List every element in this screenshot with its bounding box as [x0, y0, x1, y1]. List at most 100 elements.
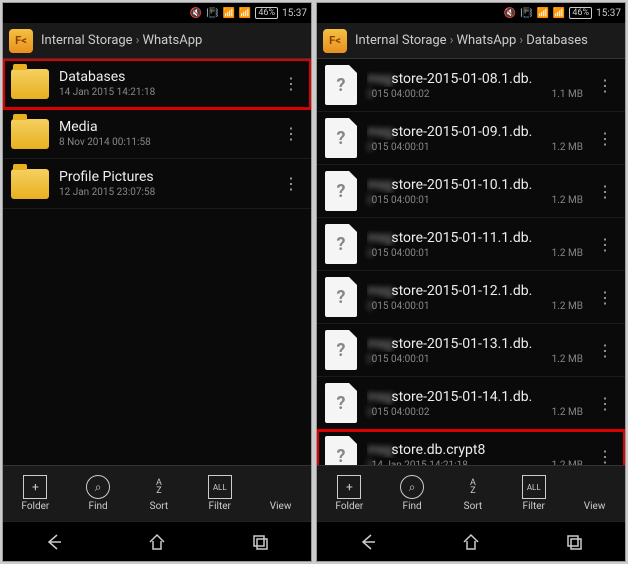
- toolbar-sort-button[interactable]: AZSort: [461, 475, 485, 512]
- file-list[interactable]: Databases 14 Jan 2015 14:21:18 ⋮ Media 8…: [3, 59, 311, 465]
- toolbar-label: Folder: [21, 501, 49, 512]
- toolbar-label: View: [584, 501, 606, 512]
- list-item[interactable]: Databases 14 Jan 2015 14:21:18 ⋮: [3, 59, 311, 109]
- folder-icon: [11, 119, 49, 149]
- wifi-icon: 📶: [222, 8, 234, 19]
- item-name: msgstore-2015-01-08.1.db.: [367, 71, 583, 87]
- file-size: 1.2 MB: [552, 248, 583, 259]
- toolbar-folder-button[interactable]: + Folder: [335, 475, 363, 512]
- item-date: 14 Jan 2015 14:21:18: [59, 87, 155, 98]
- wifi-icon: 📶: [536, 8, 548, 19]
- more-icon[interactable]: ⋮: [279, 174, 303, 193]
- item-name: Profile Pictures: [59, 169, 269, 185]
- item-date: 2015 04:00:02: [367, 89, 430, 100]
- search-icon: ⌕: [400, 475, 424, 499]
- item-name: msgstore-2015-01-09.1.db.: [367, 124, 583, 140]
- grid-view-icon: [583, 475, 607, 499]
- folder-icon: [11, 169, 49, 199]
- list-item[interactable]: Profile Pictures 12 Jan 2015 23:07:58 ⋮: [3, 159, 311, 209]
- more-icon[interactable]: ⋮: [593, 341, 617, 360]
- phone-left: 🔇 📳 📶 📶 46% 15:37 F< Internal Storage›Wh…: [2, 2, 312, 562]
- recent-icon[interactable]: [563, 531, 585, 553]
- new-folder-icon: +: [337, 475, 361, 499]
- row-text: msgstore-2015-01-08.1.db. 2015 04:00:021…: [367, 71, 583, 100]
- more-icon[interactable]: ⋮: [593, 76, 617, 95]
- breadcrumb-segment[interactable]: WhatsApp: [142, 33, 202, 48]
- row-text: msgstore-2015-01-10.1.db. 2015 04:00:011…: [367, 177, 583, 206]
- vibrate-icon: 📳: [520, 8, 532, 19]
- folder-icon: [11, 69, 49, 99]
- list-item[interactable]: ? msgstore-2015-01-08.1.db. 2015 04:00:0…: [317, 59, 625, 112]
- toolbar-folder-button[interactable]: +Folder: [21, 475, 49, 512]
- row-text: Databases 14 Jan 2015 14:21:18: [59, 69, 269, 98]
- item-name: Media: [59, 119, 269, 135]
- row-text: msgstore-2015-01-13.1.db. 2015 04:00:011…: [367, 336, 583, 365]
- toolbar-filter-button[interactable]: ALLFilter: [208, 475, 232, 512]
- file-unknown-icon: ?: [325, 330, 357, 370]
- breadcrumb[interactable]: Internal Storage›WhatsApp: [41, 33, 202, 48]
- list-item[interactable]: ? msgstore-2015-01-11.1.db. 2015 04:00:0…: [317, 218, 625, 271]
- volume-mute-icon: 🔇: [190, 8, 202, 19]
- breadcrumb-segment[interactable]: WhatsApp: [456, 33, 516, 48]
- breadcrumb-segment[interactable]: Internal Storage: [41, 33, 133, 48]
- more-icon[interactable]: ⋮: [279, 74, 303, 93]
- more-icon[interactable]: ⋮: [279, 124, 303, 143]
- row-text: msgstore.db.crypt8 214 Jan 2015 14:21:18…: [367, 442, 583, 466]
- list-item[interactable]: ? msgstore-2015-01-12.1.db. 2015 04:00:0…: [317, 271, 625, 324]
- toolbar-filter-button[interactable]: ALLFilter: [522, 475, 546, 512]
- toolbar-label: Find: [403, 501, 422, 512]
- more-icon[interactable]: ⋮: [593, 235, 617, 254]
- volume-mute-icon: 🔇: [504, 8, 516, 19]
- item-date: 214 Jan 2015 14:21:18: [367, 460, 468, 466]
- more-icon[interactable]: ⋮: [593, 182, 617, 201]
- breadcrumb-separator: ›: [519, 33, 523, 48]
- app-logo-icon[interactable]: F<: [323, 29, 347, 53]
- list-item[interactable]: Media 8 Nov 2014 00:11:58 ⋮: [3, 109, 311, 159]
- recent-icon[interactable]: [249, 531, 271, 553]
- status-bar: 🔇 📳 📶 📶 46% 15:37: [3, 3, 311, 23]
- list-item[interactable]: ? msgstore-2015-01-09.1.db. 2015 04:00:0…: [317, 112, 625, 165]
- toolbar-label: Sort: [150, 501, 169, 512]
- sort-icon: AZ: [147, 475, 171, 499]
- list-item[interactable]: ? msgstore-2015-01-10.1.db. 2015 04:00:0…: [317, 165, 625, 218]
- home-icon[interactable]: [146, 531, 168, 553]
- filter-icon: ALL: [522, 475, 546, 499]
- home-icon[interactable]: [460, 531, 482, 553]
- more-icon[interactable]: ⋮: [593, 447, 617, 466]
- more-icon[interactable]: ⋮: [593, 288, 617, 307]
- list-item[interactable]: ? msgstore-2015-01-14.1.db. 2015 04:00:0…: [317, 377, 625, 430]
- item-name: msgstore-2015-01-13.1.db.: [367, 336, 583, 352]
- app-logo-icon[interactable]: F<: [9, 29, 33, 53]
- breadcrumb[interactable]: Internal Storage›WhatsApp›Databases: [355, 33, 588, 48]
- file-list[interactable]: ? msgstore-2015-01-08.1.db. 2015 04:00:0…: [317, 59, 625, 465]
- signal-icon: 📶: [553, 8, 565, 19]
- toolbar-sort-button[interactable]: AZ Sort: [147, 475, 171, 512]
- battery-indicator: 46%: [569, 7, 592, 19]
- item-date: 2015 04:00:01: [367, 354, 430, 365]
- breadcrumb-segment[interactable]: Internal Storage: [355, 33, 447, 48]
- toolbar-label: Sort: [464, 501, 483, 512]
- more-icon[interactable]: ⋮: [593, 394, 617, 413]
- toolbar-view-button[interactable]: View: [269, 475, 293, 512]
- more-icon[interactable]: ⋮: [593, 129, 617, 148]
- nav-bar: [3, 521, 311, 561]
- breadcrumb-separator: ›: [136, 33, 140, 48]
- back-icon[interactable]: [43, 531, 65, 553]
- breadcrumb-segment[interactable]: Databases: [526, 33, 588, 48]
- grid-view-icon: [269, 475, 293, 499]
- item-date: 8 Nov 2014 00:11:58: [59, 137, 151, 148]
- list-item[interactable]: ? msgstore-2015-01-13.1.db. 2015 04:00:0…: [317, 324, 625, 377]
- toolbar-view-button[interactable]: View: [583, 475, 607, 512]
- nav-bar: [317, 521, 625, 561]
- row-text: msgstore-2015-01-12.1.db. 2015 04:00:011…: [367, 283, 583, 312]
- item-date: 2015 04:00:01: [367, 142, 430, 153]
- list-item[interactable]: ? msgstore.db.crypt8 214 Jan 2015 14:21:…: [317, 430, 625, 465]
- toolbar-find-button[interactable]: ⌕ Find: [400, 475, 424, 512]
- item-name: msgstore-2015-01-11.1.db.: [367, 230, 583, 246]
- back-icon[interactable]: [357, 531, 379, 553]
- item-name: msgstore-2015-01-12.1.db.: [367, 283, 583, 299]
- file-size: 1.2 MB: [552, 142, 583, 153]
- signal-icon: 📶: [239, 8, 251, 19]
- toolbar-find-button[interactable]: ⌕Find: [86, 475, 110, 512]
- toolbar-label: Folder: [335, 501, 363, 512]
